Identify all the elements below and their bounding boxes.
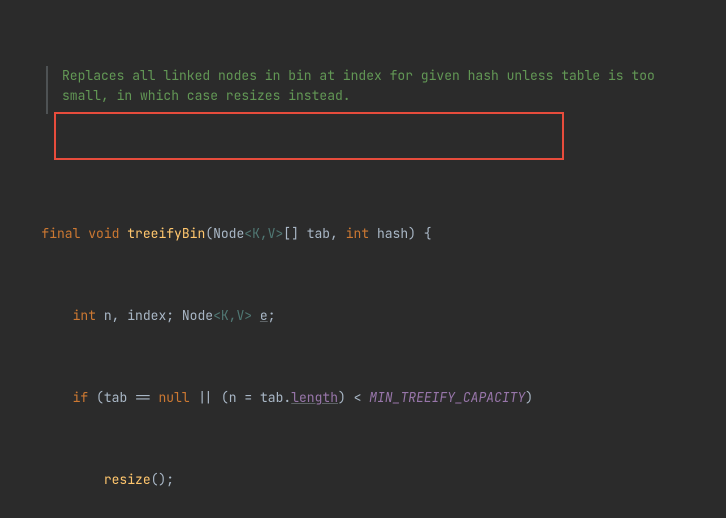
code-line[interactable]: if (tab == null || (n = tab.length) < MI… [18,388,726,409]
javadoc-comment: Replaces all linked nodes in bin at inde… [46,66,706,114]
doc-text: Replaces all linked nodes in bin at inde… [62,67,655,104]
code-editor[interactable]: Replaces all linked nodes in bin at inde… [0,0,726,518]
code-line[interactable]: int n, index; Node<K,V> e; [18,306,726,327]
code-line[interactable]: final void treeifyBin(Node<K,V>[] tab, i… [18,224,726,245]
code-line[interactable]: resize(); [18,470,726,491]
highlight-box [54,112,564,160]
